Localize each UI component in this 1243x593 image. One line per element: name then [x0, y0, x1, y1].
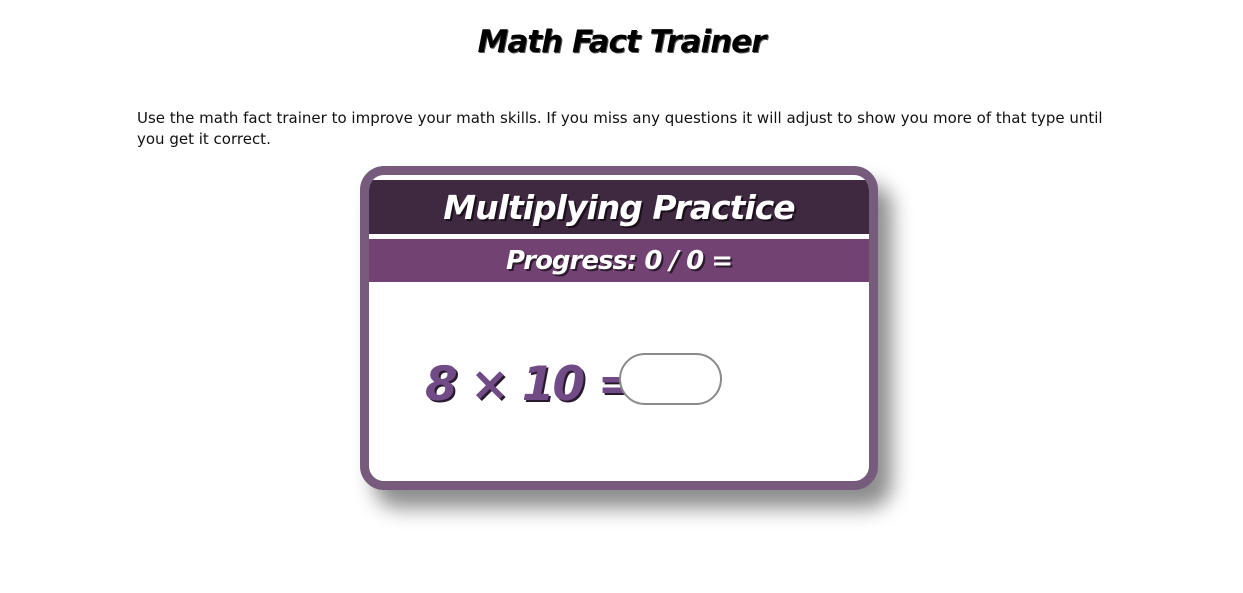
question-area: 8 × 10 = [425, 355, 637, 413]
intro-text: Use the math fact trainer to improve you… [137, 109, 1103, 148]
trainer-card: Multiplying Practice Progress: 0 / 0 = 8… [360, 166, 878, 490]
trainer-title-banner: Multiplying Practice [369, 180, 869, 234]
question-text: 8 × 10 = [425, 356, 637, 412]
answer-input[interactable] [619, 353, 722, 405]
progress-text: Progress: 0 / 0 = [505, 245, 733, 276]
trainer-title: Multiplying Practice [443, 187, 795, 227]
page-title: Math Fact Trainer [477, 24, 767, 60]
progress-banner: Progress: 0 / 0 = [369, 239, 869, 282]
